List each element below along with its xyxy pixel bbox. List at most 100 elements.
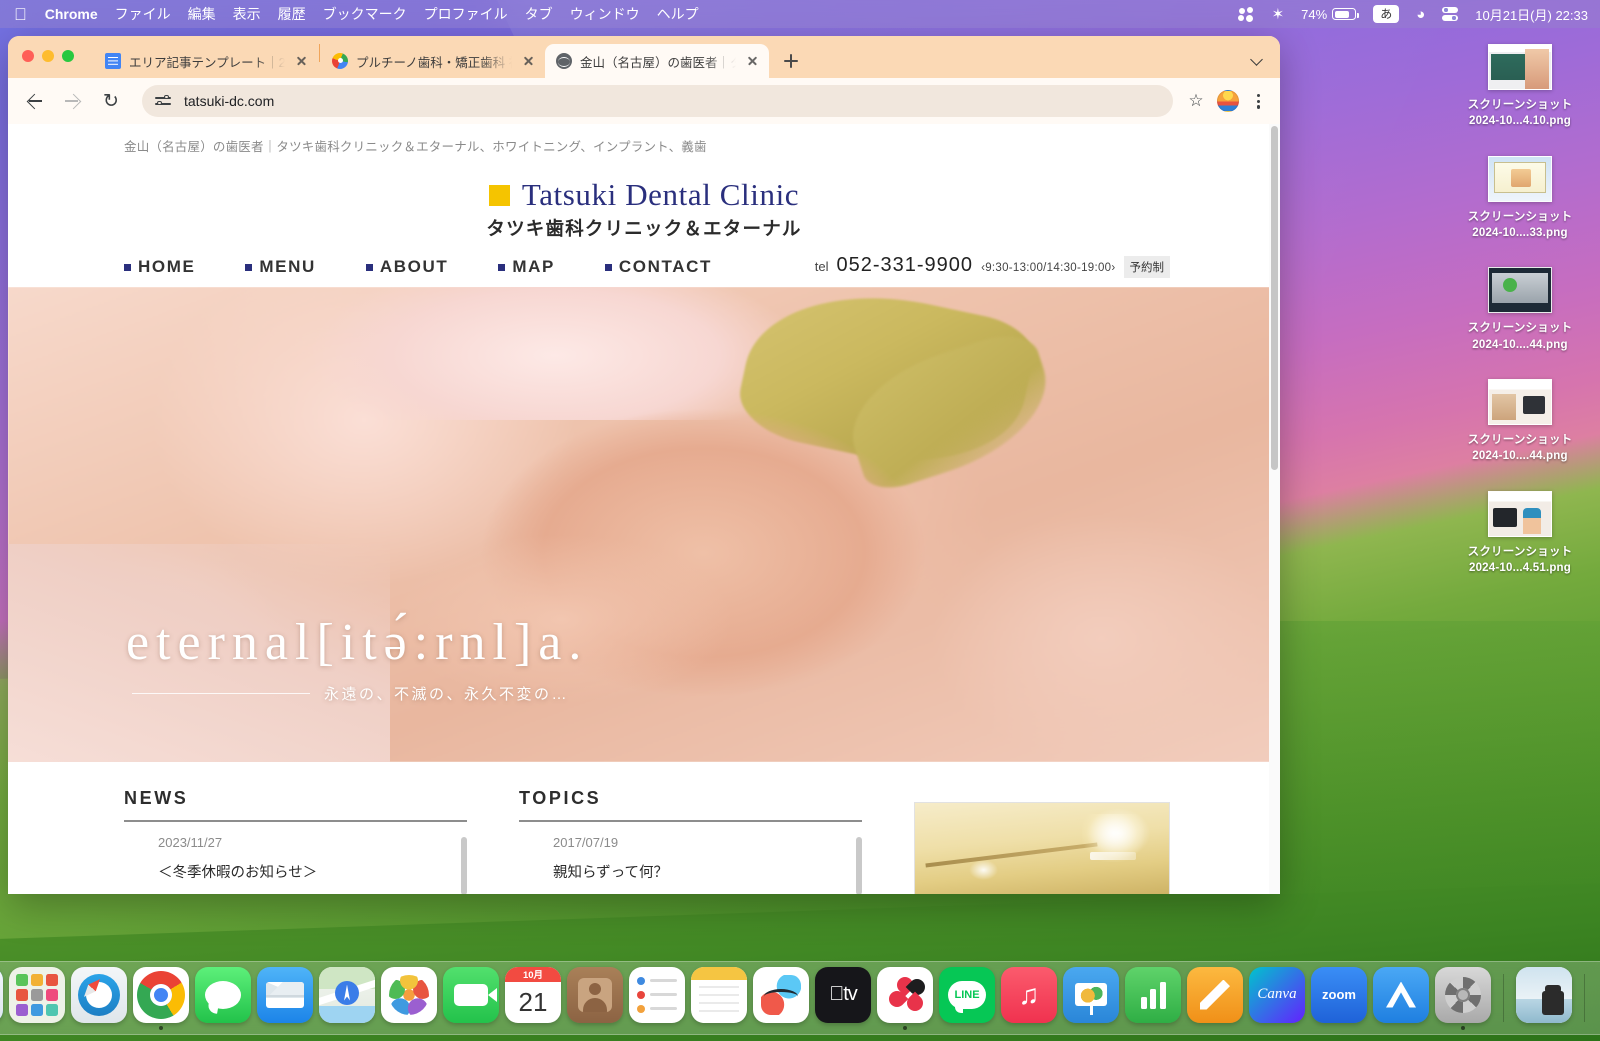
site-logo[interactable]: Tatsuki Dental Clinic タツキ歯科クリニック＆エターナル [8,177,1280,241]
canva-icon[interactable]: Canva [1249,966,1305,1023]
finder-icon[interactable] [0,966,3,1023]
star-icon[interactable]: ☆ [1181,86,1211,116]
mail-icon[interactable] [257,966,313,1023]
close-icon[interactable] [520,53,536,69]
menu-item-profiles[interactable]: プロファイル [424,4,508,24]
dock-item-freeform[interactable] [753,966,809,1030]
podcasts-icon[interactable] [877,966,933,1023]
appletv-icon[interactable]: tv [815,966,871,1023]
menu-item-bookmarks[interactable]: ブックマーク [323,4,407,24]
line-icon[interactable]: LINE [939,966,995,1023]
minimize-window-button[interactable] [42,50,54,62]
page-scrollbar[interactable] [1269,124,1280,894]
zoom-icon[interactable]: zoom [1311,966,1367,1023]
maximize-window-button[interactable] [62,50,74,62]
dock-item-appstore[interactable] [1373,966,1429,1030]
address-bar[interactable]: tatsuki-dc.com [142,85,1173,117]
dock-item-calendar[interactable]: 10月 21 [505,966,561,1030]
dock-item-appletv[interactable]: tv [815,966,871,1030]
dock-item-reminders[interactable] [629,966,685,1030]
dock-item-notes[interactable] [691,966,747,1030]
tab-2[interactable]: プルチーノ歯科・矯正歯科 神宮前 [321,44,545,78]
contacts-icon[interactable] [567,966,623,1023]
reload-icon[interactable]: ↻ [96,86,126,116]
back-arrow-icon[interactable] [20,86,50,116]
dock-item-keynote[interactable] [1063,966,1119,1030]
bluetooth-icon[interactable]: ✶ [1272,7,1285,22]
dock-item-line[interactable]: LINE [939,966,995,1030]
reminders-icon[interactable] [629,966,685,1023]
dock-item-pages[interactable] [1187,966,1243,1030]
battery-status[interactable]: 74% [1301,7,1359,22]
freeform-icon[interactable] [753,966,809,1023]
calendar-icon[interactable]: 10月 21 [505,966,561,1023]
notes-icon[interactable] [691,966,747,1023]
wifi-icon[interactable]: ◕ [1416,7,1425,22]
control-center-icon[interactable] [1442,7,1459,21]
safari-icon[interactable] [71,966,127,1023]
dock-item-messages[interactable] [195,966,251,1030]
photos-icon[interactable] [381,966,437,1023]
dock-item-contacts[interactable] [567,966,623,1030]
system-settings-icon[interactable] [1435,966,1491,1023]
dock-item-photos[interactable] [381,966,437,1030]
dock-item-canva[interactable]: Canva [1249,966,1305,1030]
tune-icon[interactable] [154,92,172,110]
preview-icon[interactable] [1516,966,1572,1023]
menu-item-file[interactable]: ファイル [115,4,171,24]
menu-app-name[interactable]: Chrome [45,6,98,22]
nav-item-map[interactable]: MAP [498,257,555,277]
desktop-file-5[interactable]: スクリーンショット 2024-10...4.51.png [1440,490,1600,577]
desktop-file-4[interactable]: スクリーンショット 2024-10....44.png [1440,378,1600,465]
music-icon[interactable]: ♫ [1001,966,1057,1023]
dock-item-launchpad[interactable] [9,966,65,1030]
menu-bar-clock[interactable]: 10月21日(月) 22:33 [1475,5,1588,24]
news-scrollbar[interactable] [461,837,467,894]
nav-item-home[interactable]: HOME [124,257,195,277]
tab-3-active[interactable]: 金山（名古屋）の歯医者｜タツキ [545,44,769,78]
tab-1[interactable]: エリア記事テンプレート｜2024( [94,44,318,78]
dock-item-maps[interactable] [319,966,375,1030]
dock-item-finder[interactable] [0,966,3,1030]
dock-item-system-settings[interactable] [1435,966,1491,1030]
desktop-file-3[interactable]: スクリーンショット 2024-10....44.png [1440,267,1600,353]
dropbox-icon[interactable] [1237,6,1255,22]
messages-icon[interactable] [195,966,251,1023]
dock-item-zoom[interactable]: zoom [1311,966,1367,1030]
menu-item-view[interactable]: 表示 [233,4,261,24]
input-source-indicator[interactable]: あ [1373,5,1400,23]
clinic-interior-photo[interactable] [914,802,1170,894]
close-window-button[interactable] [22,50,34,62]
dock-item-podcasts[interactable] [877,966,933,1030]
dock-item-preview-file[interactable] [1516,966,1572,1030]
desktop-file-1[interactable]: スクリーンショット 2024-10...4.10.png [1440,44,1600,130]
menu-item-help[interactable]: ヘルプ [657,4,699,24]
pages-icon[interactable] [1187,966,1243,1023]
news-headline[interactable]: ＜冬季休暇のお知らせ＞ [158,861,449,882]
topics-scrollbar[interactable] [856,837,862,894]
menu-item-tab[interactable]: タブ [525,4,553,24]
chevron-down-icon[interactable] [1244,46,1270,72]
kebab-menu-icon[interactable] [1248,86,1268,116]
close-icon[interactable] [293,53,309,69]
menu-item-history[interactable]: 履歴 [278,4,306,24]
apple-icon[interactable]:  [14,6,27,23]
dock-item-music[interactable]: ♫ [1001,966,1057,1030]
tel-number[interactable]: 052-331-9900 [837,254,974,277]
nav-item-menu[interactable]: MENU [245,257,315,277]
scrollbar-thumb[interactable] [1271,126,1278,470]
dock-item-mail[interactable] [257,966,313,1030]
appstore-icon[interactable] [1373,966,1429,1023]
launchpad-icon[interactable] [9,966,65,1023]
numbers-icon[interactable] [1125,966,1181,1023]
facetime-icon[interactable] [443,966,499,1023]
dock-item-numbers[interactable] [1125,966,1181,1030]
maps-icon[interactable] [319,966,375,1023]
desktop-file-2[interactable]: スクリーンショット 2024-10....33.png [1440,155,1600,242]
topics-headline[interactable]: 親知らずって何？ [553,861,844,882]
keynote-icon[interactable] [1063,966,1119,1023]
close-icon[interactable] [744,53,760,69]
forward-arrow-icon[interactable] [58,86,88,116]
profile-avatar-icon[interactable] [1217,90,1239,112]
chrome-icon[interactable] [133,966,189,1023]
